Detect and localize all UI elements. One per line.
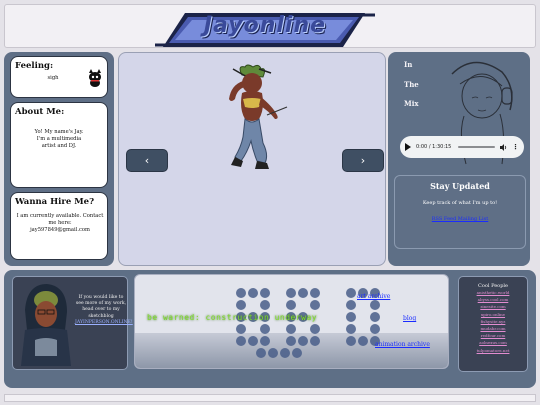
rss-mailing-link[interactable]: RSS Feed Mailing List: [395, 216, 525, 222]
construction-marquee: be warned: construction underway: [147, 313, 318, 322]
hire-email[interactable]: jay597849@gmail.com: [15, 227, 105, 234]
play-icon[interactable]: [405, 143, 411, 151]
left-column: Feeling: sigh About Me: Yo! My name's Ja…: [4, 52, 114, 266]
cool-people-link[interactable]: mudahr.com: [459, 325, 527, 332]
cool-people-link[interactable]: zinesite.com: [459, 303, 527, 310]
art-gallery: ‹ ›: [118, 52, 386, 266]
stay-text: Keep track of what I'm up to!: [422, 200, 498, 206]
sketchblog-card: If you would like to see more of my work…: [12, 276, 133, 370]
audio-seek-bar[interactable]: [458, 146, 495, 148]
prev-button[interactable]: ‹: [126, 149, 168, 172]
hire-text: I am currently available. Contact me her…: [16, 213, 104, 226]
cool-people-card: Cool People anisthetic.world abyss.cool.…: [458, 276, 528, 372]
audio-time: 0:00 / 1:30:15: [416, 144, 452, 150]
mix-word-mix: Mix: [404, 99, 419, 108]
cool-people-link[interactable]: redfour.com: [459, 332, 527, 339]
cool-people-link[interactable]: aolnexus.com: [459, 339, 527, 346]
blog-link[interactable]: blog: [403, 315, 416, 322]
sketchblog-link[interactable]: JAYINPERSON.ONLINE!: [75, 320, 133, 325]
hire-title: Wanna Hire Me?: [15, 197, 95, 207]
volume-icon[interactable]: [500, 143, 508, 151]
gallery-artwork: [229, 64, 288, 169]
mood-mascot-icon: [89, 69, 101, 87]
next-button[interactable]: ›: [342, 149, 384, 172]
about-card: About Me: Yo! My name's Jay. I'm a multi…: [10, 102, 108, 188]
site-header: Jayonline: [4, 4, 536, 48]
mix-word-in: In: [404, 60, 413, 69]
more-options-icon[interactable]: ⋮: [512, 143, 519, 151]
bottom-strip: [4, 394, 536, 402]
sketchblog-description: If you would like to see more of my work…: [75, 295, 127, 319]
site-links-panel: be warned: construction underway art arc…: [134, 274, 449, 369]
stay-title: Stay Updated: [430, 181, 490, 191]
art-archive-link[interactable]: art archive: [357, 293, 390, 300]
audio-player[interactable]: 0:00 / 1:30:15 ⋮: [400, 136, 524, 158]
feeling-value: sigh: [47, 75, 59, 81]
animation-archive-link[interactable]: animation archive: [375, 341, 430, 348]
mix-word-the: The: [404, 80, 419, 89]
about-title: About Me:: [15, 107, 65, 117]
hire-card: Wanna Hire Me? I am currently available.…: [10, 192, 108, 260]
cool-people-link[interactable]: anisthetic.world: [459, 289, 527, 296]
cool-people-link[interactable]: fishysite.xyz: [459, 318, 527, 325]
avatar-illustration: [21, 284, 71, 366]
footer-panel: If you would like to see more of my work…: [4, 270, 536, 388]
cool-people-link[interactable]: xpiro.online: [459, 311, 527, 318]
logo-text: Jayonline: [203, 13, 327, 38]
right-column: In The Mix 0:00 / 1:30:15 ⋮ Stay Updated…: [388, 52, 530, 266]
stay-updated-card: Stay Updated Keep track of what I'm up t…: [394, 175, 526, 249]
feeling-card: Feeling: sigh: [10, 56, 108, 98]
about-text: Yo! My name's Jay. I'm a multimedia arti…: [34, 129, 84, 149]
sketchblog-text: If you would like to see more of my work…: [75, 295, 133, 326]
mix-panel: In The Mix 0:00 / 1:30:15 ⋮: [392, 54, 526, 171]
cool-people-link[interactable]: abyss.cool.com: [459, 296, 527, 303]
cool-people-link[interactable]: tulpomatoes.net: [459, 347, 527, 354]
